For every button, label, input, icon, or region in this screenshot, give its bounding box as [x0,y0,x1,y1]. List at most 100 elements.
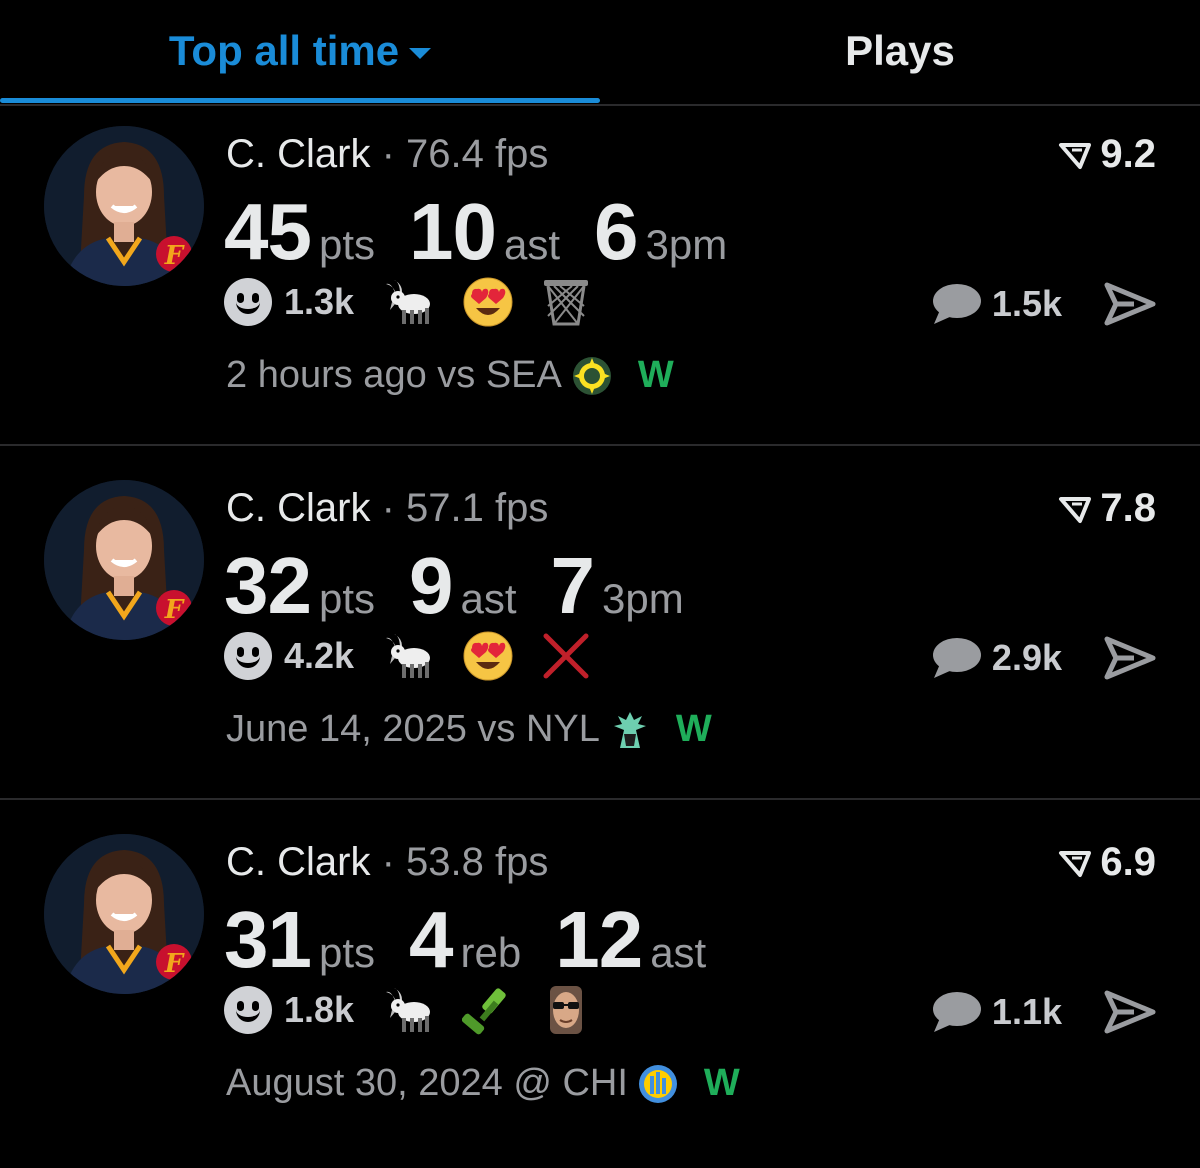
stat-value: 9 [409,541,453,630]
avatar[interactable]: F [44,834,204,994]
player-photo-icon: F [44,126,204,286]
tab-top-all-time[interactable]: Top all time [0,0,600,102]
sunglasses-face-icon[interactable] [540,984,592,1036]
comment-share-bar: 1.5k [930,276,1156,332]
new-york-liberty-logo-icon [613,711,646,748]
comment-share-bar: 1.1k [930,984,1156,1040]
seattle-storm-logo-icon [572,356,611,395]
stat-3pm: 6 3pm [594,186,727,278]
separator: · [381,840,395,884]
stat-unit: ast [504,221,561,268]
play-headline: C. Clark · 57.1 fps [226,486,548,531]
game-meta: 2 hours ago vs SEA W [226,354,674,397]
stat-unit: pts [318,575,376,622]
cross-mark-icon[interactable] [540,630,592,682]
goat-icon[interactable] [384,276,436,328]
stat-pts: 31 pts [224,894,375,986]
play-card-1[interactable]: F C. Clark · 76.4 fps 9.2 45 pts 10 ast 6 3pm… [0,106,1200,460]
share-icon[interactable] [1104,635,1156,681]
stat-line: 45 pts 10 ast 6 3pm [224,186,761,278]
svg-text:F: F [164,949,185,979]
score-value: 6.9 [1100,840,1156,884]
play-card-3[interactable]: F C. Clark · 53.8 fps 6.9 31 pts 4 reb 12 ast… [0,814,1200,1168]
react-smiley-icon[interactable] [224,278,272,326]
heart-eyes-icon[interactable] [462,630,514,682]
score-value: 9.2 [1100,132,1156,176]
stat-unit: pts [318,929,376,976]
reaction-count: 1.8k [284,989,355,1030]
play-headline: C. Clark · 53.8 fps [226,840,548,885]
game-meta: August 30, 2024 @ CHI W [226,1062,740,1105]
comment-icon[interactable] [930,636,982,680]
rating-icon [1059,850,1092,877]
comment-share-bar: 2.9k [930,630,1156,686]
player-photo-icon: F [44,834,204,994]
separator: · [381,486,395,530]
stat-value: 31 [224,895,312,984]
comment-icon[interactable] [930,282,982,326]
basketball-hoop-icon[interactable] [540,276,592,328]
game-result: W [675,708,712,750]
heart-eyes-icon[interactable] [462,276,514,328]
tab-plays-label: Plays [845,27,955,74]
game-result: W [703,1062,740,1104]
game-info[interactable]: August 30, 2024 @ CHI [226,1062,628,1105]
svg-text:F: F [164,241,185,271]
reaction-count: 1.3k [284,281,355,322]
stat-value: 6 [594,187,638,276]
separator: · [381,132,395,176]
stat-value: 4 [409,895,453,984]
comment-icon[interactable] [930,990,982,1034]
stat-pts: 32 pts [224,540,375,632]
react-smiley-icon[interactable] [224,986,272,1034]
active-tab-indicator [0,98,600,103]
fantasy-points: 57.1 fps [406,486,549,530]
card-divider [0,444,1200,446]
play-score: 9.2 [1058,132,1156,177]
reaction-count: 4.2k [284,635,355,676]
stat-line: 32 pts 9 ast 7 3pm [224,540,718,632]
goat-icon[interactable] [384,984,436,1036]
play-card-2[interactable]: F C. Clark · 57.1 fps 7.8 32 pts 9 ast 7 3pm … [0,460,1200,814]
stat-unit: ast [650,929,707,976]
rating-icon [1059,142,1092,169]
stat-unit: pts [318,221,376,268]
tab-bar: Top all time Plays [0,0,1200,106]
comment-count: 2.9k [991,637,1062,678]
game-info[interactable]: June 14, 2025 vs NYL [226,708,600,751]
score-value: 7.8 [1100,486,1156,530]
chevron-down-icon[interactable] [409,47,432,59]
react-smiley-icon[interactable] [224,632,272,680]
stat-reb: 4 reb [409,894,521,986]
stat-value: 45 [224,187,312,276]
play-headline: C. Clark · 76.4 fps [226,132,548,177]
tab-plays[interactable]: Plays [600,0,1200,102]
goat-icon[interactable] [384,630,436,682]
fantasy-points: 76.4 fps [406,132,549,176]
game-result: W [637,354,674,396]
fantasy-points: 53.8 fps [406,840,549,884]
razor-icon[interactable] [462,984,514,1036]
stat-unit: ast [460,575,517,622]
share-icon[interactable] [1104,281,1156,327]
stat-unit: 3pm [602,575,684,622]
reactions-bar: 1.8k [224,982,618,1038]
stat-unit: 3pm [645,221,728,268]
stat-unit: reb [460,929,522,976]
comment-count: 1.5k [991,283,1062,324]
player-name[interactable]: C. Clark [226,132,370,176]
play-score: 6.9 [1058,840,1156,885]
game-info[interactable]: 2 hours ago vs SEA [226,354,562,397]
player-name[interactable]: C. Clark [226,840,370,884]
avatar[interactable]: F [44,480,204,640]
play-score: 7.8 [1058,486,1156,531]
player-name[interactable]: C. Clark [226,486,370,530]
stat-3pm: 7 3pm [551,540,684,632]
reactions-bar: 4.2k [224,628,618,684]
card-divider [0,798,1200,800]
chicago-sky-logo-icon [638,1064,677,1103]
svg-text:F: F [164,595,185,625]
avatar[interactable]: F [44,126,204,286]
share-icon[interactable] [1104,989,1156,1035]
tab-top-all-time-label: Top all time [168,27,400,74]
